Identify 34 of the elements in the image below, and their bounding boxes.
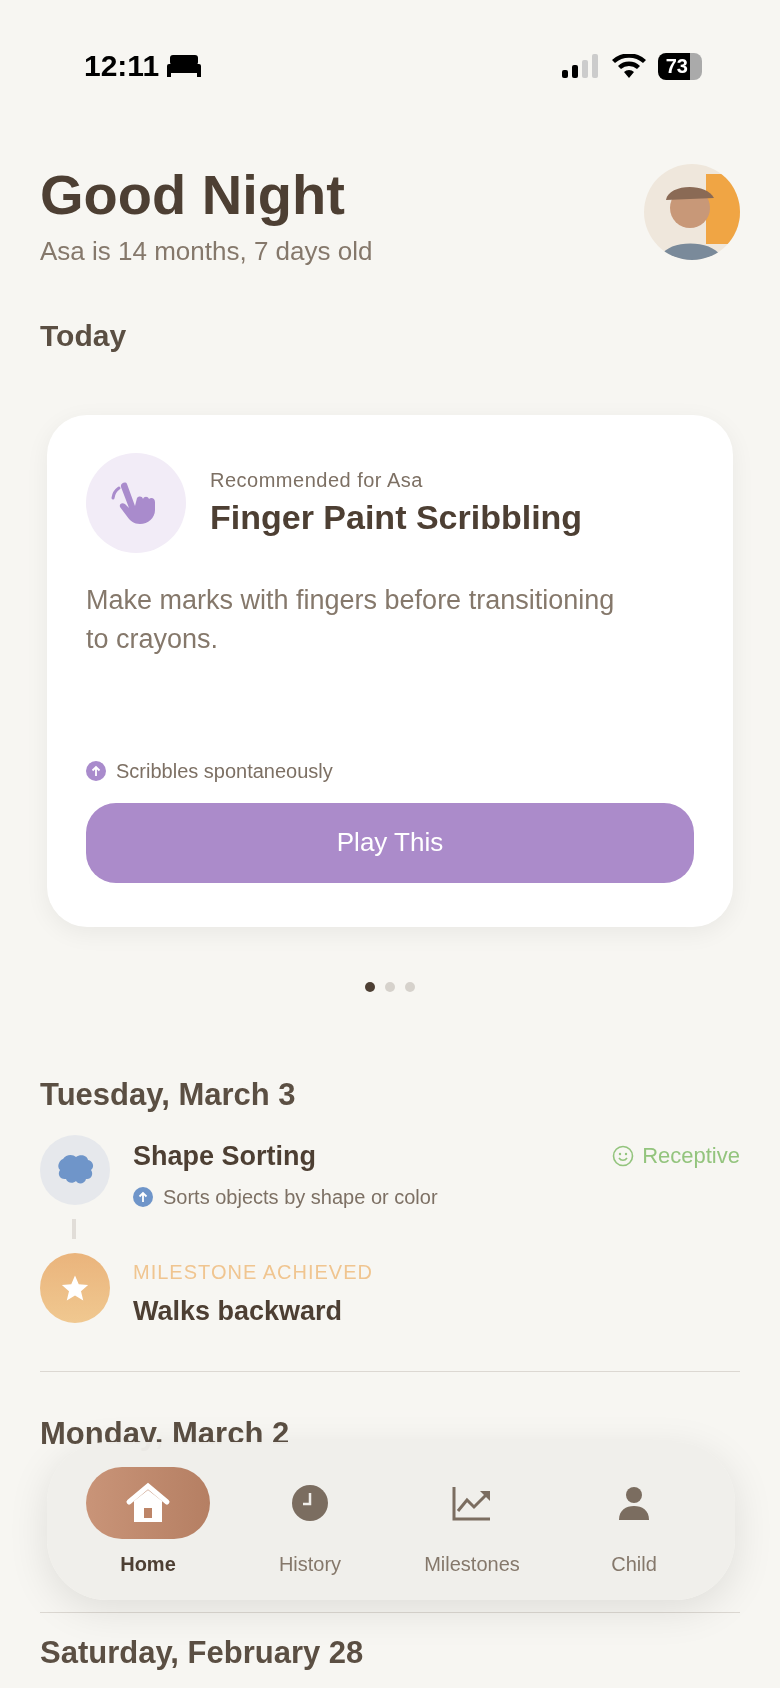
status-time: 12:11 <box>84 49 160 83</box>
bed-icon <box>167 55 202 77</box>
day-heading: Saturday, February 28 <box>39 1634 365 1671</box>
arrow-up-icon <box>86 761 106 782</box>
day-heading: Monday, March 2 <box>39 1415 291 1452</box>
tab[interactable]: History <box>229 1466 391 1576</box>
skill-label: Sorts objects by shape or color <box>163 1185 438 1209</box>
chart-icon <box>452 1484 492 1521</box>
milestone-title: Walks backward <box>133 1295 344 1327</box>
tab[interactable]: Milestones <box>391 1466 553 1576</box>
milestone-label: MILESTONE ACHIEVED <box>133 1260 373 1284</box>
smiley-icon <box>612 1145 635 1168</box>
page-dot[interactable] <box>365 981 375 992</box>
activity-title: Shape Sorting <box>133 1140 316 1172</box>
page-dot[interactable] <box>385 981 395 992</box>
signal-icon <box>561 54 600 78</box>
activity-description: Make marks with fingers before transitioning to crayons. <box>86 583 616 656</box>
battery-level: 73 <box>657 52 702 80</box>
arrow-up-icon <box>133 1187 153 1208</box>
clock-icon <box>292 1484 328 1521</box>
page-dot[interactable] <box>405 981 415 992</box>
section-heading: Today <box>39 318 128 353</box>
response-label: Receptive <box>642 1143 740 1170</box>
day-heading: Tuesday, March 3 <box>39 1076 297 1113</box>
play-button[interactable]: Play This <box>86 802 694 883</box>
home-icon <box>125 1481 171 1524</box>
recommended-label: Recommended for Asa <box>210 468 424 492</box>
tab[interactable]: Child <box>553 1466 715 1576</box>
age-subtitle: Asa is 14 months, 7 days old <box>40 235 373 267</box>
wifi-icon <box>611 54 646 78</box>
skill-label: Scribbles spontaneously <box>116 759 333 783</box>
person-icon <box>618 1485 650 1520</box>
activity-title: Finger Paint Scribbling <box>210 497 583 537</box>
greeting-title: Good Night <box>40 164 346 226</box>
